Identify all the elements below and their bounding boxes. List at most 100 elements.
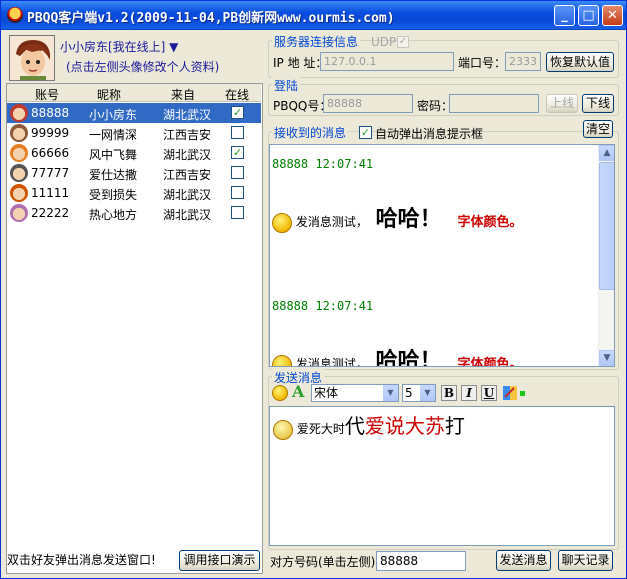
column-header-online[interactable]: 在线	[225, 86, 249, 103]
user-avatar[interactable]	[9, 35, 55, 81]
message-text-small: 发消息测试，	[295, 215, 368, 229]
column-header-nick[interactable]: 昵称	[97, 86, 121, 103]
friend-nick: 热心地方	[89, 208, 138, 222]
bold-button[interactable]: B	[441, 385, 457, 401]
friend-from: 湖北武汉	[163, 148, 212, 162]
emoticon-button-icon[interactable]	[272, 385, 288, 401]
color-picker-icon[interactable]	[502, 385, 518, 401]
friend-row[interactable]: 77777 爱仕达撒 江西吉安	[7, 163, 261, 183]
friend-from: 湖北武汉	[163, 208, 212, 222]
column-header-id[interactable]: 账号	[35, 86, 59, 103]
friend-row[interactable]: 88888 小小房东 湖北武汉 ✓	[7, 103, 261, 123]
smiley-icon	[272, 212, 292, 233]
app-logo-icon	[7, 7, 23, 23]
online-checkbox[interactable]	[231, 206, 244, 219]
friend-nick: 小小房东	[89, 108, 138, 122]
italic-button[interactable]: I	[461, 385, 477, 401]
friend-from: 湖北武汉	[163, 108, 212, 122]
smiley-icon	[273, 419, 293, 440]
message-text-red: 字体颜色。	[457, 357, 523, 367]
underline-button[interactable]: U	[481, 385, 497, 401]
online-checkbox[interactable]	[231, 166, 244, 179]
friend-avatar-icon	[10, 144, 28, 162]
qq-number-field[interactable]: 88888	[323, 94, 413, 113]
scroll-thumb[interactable]	[599, 162, 614, 290]
port-field[interactable]: 2333	[505, 52, 541, 71]
friend-from: 湖北武汉	[163, 188, 212, 202]
avatar-image-icon	[10, 36, 54, 80]
compose-text-end: 打	[444, 414, 465, 438]
friend-row[interactable]: 11111 受到损失 湖北武汉	[7, 183, 261, 203]
compose-area[interactable]: 爱死大时代爱说大苏打	[269, 406, 615, 546]
compose-text-small: 爱死大时	[296, 422, 345, 436]
friend-from: 江西吉安	[163, 128, 212, 142]
udp-label: UDP	[371, 35, 397, 49]
received-messages-area[interactable]: 88888 12:07:41 发消息测试， 哈哈！ 字体颜色。 88888 12…	[269, 144, 615, 367]
minimize-button[interactable]: _	[554, 5, 575, 26]
compose-text[interactable]: 爱死大时代爱说大苏打	[273, 410, 465, 440]
server-legend: 服务器连接信息	[272, 33, 361, 50]
online-checkbox[interactable]	[231, 126, 244, 139]
target-number-label: 对方号码(单击左侧)	[270, 555, 376, 569]
scroll-down-arrow-icon[interactable]: ▼	[599, 350, 614, 366]
ip-field[interactable]: 127.0.0.1	[320, 52, 454, 71]
avatar-hint: (点击左侧头像修改个人资料)	[66, 60, 220, 74]
udp-checkbox[interactable]: ✓	[397, 36, 409, 48]
close-button[interactable]: ✕	[602, 5, 623, 26]
friend-nick: 受到损失	[89, 188, 138, 202]
reset-default-button[interactable]: 恢复默认值	[546, 52, 614, 72]
friend-nick: 一网情深	[89, 128, 138, 142]
maximize-button[interactable]: □	[578, 5, 599, 26]
font-name-value: 宋体	[314, 386, 339, 400]
chat-history-button[interactable]: 聊天记录	[558, 550, 613, 571]
scroll-up-arrow-icon[interactable]: ▲	[599, 145, 614, 161]
compose-text-big: 代	[344, 414, 365, 438]
message-text-big: 哈哈！	[375, 349, 442, 367]
friend-avatar-icon	[10, 104, 28, 122]
friend-row[interactable]: 99999 一网情深 江西吉安	[7, 123, 261, 143]
friend-avatar-icon	[10, 184, 28, 202]
friend-id: 66666	[31, 146, 70, 160]
user-status-dropdown[interactable]: 小小房东[我在线上] ▼	[60, 38, 178, 55]
font-size-select[interactable]: 5 ▼	[402, 384, 436, 402]
friend-row[interactable]: 66666 风中飞舞 湖北武汉 ✓	[7, 143, 261, 163]
password-label: 密码：	[417, 99, 454, 113]
online-checkbox[interactable]	[231, 186, 244, 199]
title-bar[interactable]: PBQQ客户端v1.2(2009-11-04,PB创新网www.ourmis.c…	[1, 1, 626, 30]
message-header: 88888 12:07:41	[272, 157, 374, 171]
left-panel: 小小房东[我在线上] ▼ (点击左侧头像修改个人资料) 账号 昵称 来自 在线 …	[6, 34, 263, 574]
go-online-button[interactable]: 上线	[546, 94, 578, 113]
chevron-down-icon: ▼	[420, 385, 435, 401]
password-field[interactable]	[449, 94, 539, 113]
port-label: 端口号：	[458, 56, 507, 70]
friend-avatar-icon	[10, 204, 28, 222]
font-name-select[interactable]: 宋体 ▼	[311, 384, 399, 402]
friend-row[interactable]: 22222 热心地方 湖北武汉	[7, 203, 261, 223]
online-checkbox[interactable]: ✓	[231, 106, 244, 119]
auto-popup-checkbox[interactable]: ✓	[359, 126, 372, 139]
window-title: PBQQ客户端v1.2(2009-11-04,PB创新网www.ourmis.c…	[27, 11, 395, 26]
message-header: 88888 12:07:41	[272, 299, 374, 313]
friend-from: 江西吉安	[163, 168, 212, 182]
status-dot-icon	[520, 391, 525, 396]
target-number-field[interactable]: 88888	[376, 551, 466, 571]
friend-avatar-icon	[10, 124, 28, 142]
friend-list-header: 账号 昵称 来自 在线	[7, 84, 261, 102]
clear-button[interactable]: 清空	[583, 120, 613, 138]
message-text-small: 发消息测试，	[295, 357, 368, 367]
go-offline-button[interactable]: 下线	[582, 94, 614, 113]
api-demo-button[interactable]: 调用接口演示	[179, 550, 260, 571]
friend-list[interactable]: 账号 昵称 来自 在线 88888 小小房东 湖北武汉 ✓ 99999 一网情深 江西吉安 6…	[6, 83, 263, 574]
friend-id: 99999	[31, 126, 70, 140]
message-text-big: 哈哈！	[375, 207, 442, 232]
send-message-button[interactable]: 发送消息	[496, 550, 551, 571]
smiley-icon	[272, 354, 292, 366]
column-header-from[interactable]: 来自	[171, 86, 195, 103]
double-click-hint: 双击好友弹出消息发送窗口!	[7, 553, 156, 567]
font-color-a-icon[interactable]: A	[292, 384, 308, 401]
received-legend: 接收到的消息	[272, 124, 349, 141]
friend-id: 11111	[31, 186, 70, 200]
online-checkbox[interactable]: ✓	[231, 146, 244, 159]
friend-id: 22222	[31, 206, 70, 220]
received-scrollbar[interactable]: ▲ ▼	[598, 145, 614, 366]
